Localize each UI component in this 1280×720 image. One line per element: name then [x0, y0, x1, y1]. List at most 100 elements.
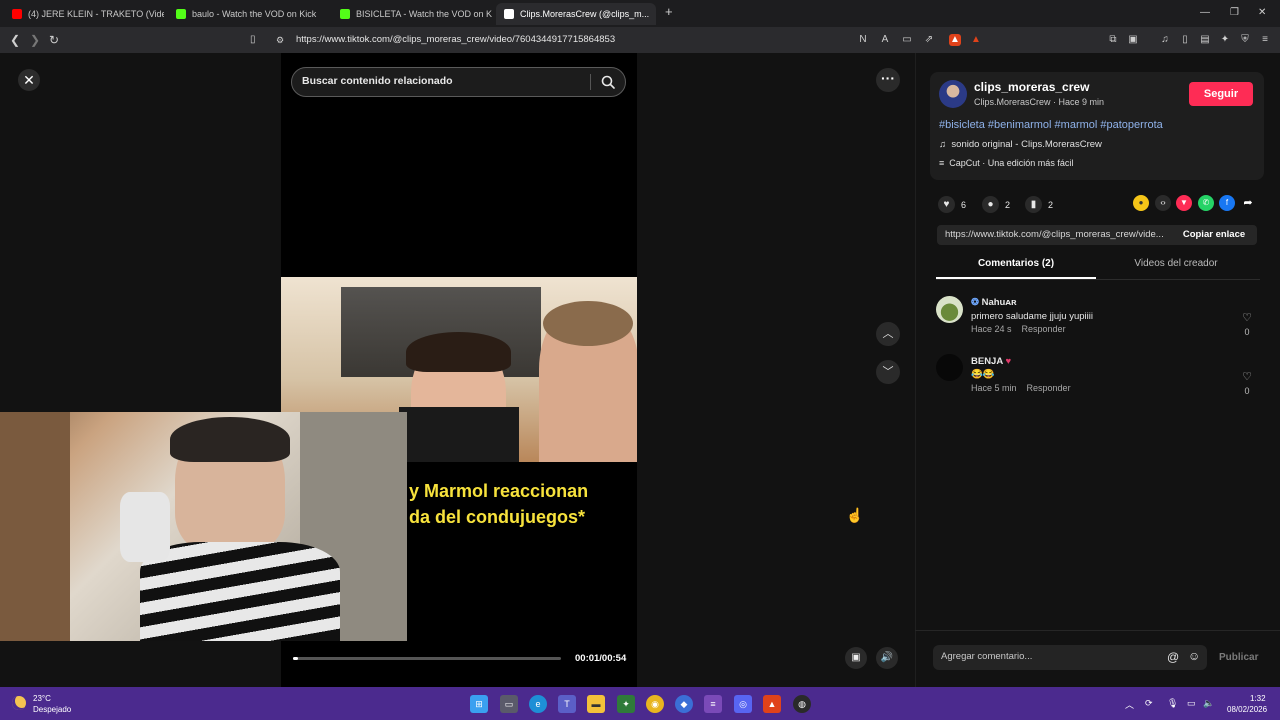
search-input[interactable]: [302, 75, 582, 87]
progress-bar[interactable]: [293, 657, 561, 660]
weather-temperature[interactable]: 23°C: [33, 694, 51, 703]
next-video-icon[interactable]: ﹀: [876, 360, 900, 384]
brave-rewards-icon[interactable]: ▲: [970, 34, 982, 46]
comment-meta: Hace 24 s Responder: [971, 324, 1066, 334]
coin-icon[interactable]: ●: [1133, 195, 1149, 211]
reply-link[interactable]: Responder: [1027, 383, 1071, 393]
tray-overflow-icon[interactable]: ︿: [1125, 698, 1134, 711]
miniplayer-icon[interactable]: ▣: [845, 647, 867, 669]
translate-icon[interactable]: A: [879, 34, 891, 46]
media-icon[interactable]: ♫: [1159, 34, 1171, 46]
hashtags[interactable]: #bisicleta #benimarmol #marmol #patoperr…: [939, 119, 1163, 131]
start-icon[interactable]: ⊞: [470, 695, 488, 713]
video-link-field[interactable]: https://www.tiktok.com/@clips_moreras_cr…: [937, 225, 1171, 245]
reply-link[interactable]: Responder: [1022, 324, 1066, 334]
share-page-icon[interactable]: ⇗: [923, 34, 935, 46]
volume-icon[interactable]: 🔊: [876, 647, 898, 669]
address-bar-row: ❮ ❯ ↻ ▯ ⚙ https://www.tiktok.com/@clips_…: [0, 27, 1280, 53]
like-button[interactable]: ♥ 6: [938, 196, 966, 213]
close-window-icon[interactable]: ✕: [1258, 7, 1266, 18]
url-field[interactable]: https://www.tiktok.com/@clips_moreras_cr…: [296, 34, 615, 45]
wallet-icon[interactable]: ▤: [1199, 34, 1211, 46]
avatar[interactable]: [939, 80, 967, 108]
capcut-icon: ≡: [939, 158, 950, 168]
discord-icon[interactable]: ◎: [734, 695, 752, 713]
microphone-icon[interactable]: 🎙: [1167, 698, 1178, 709]
whatsapp-icon[interactable]: ✆: [1198, 195, 1214, 211]
brave-shields-icon[interactable]: ▲: [949, 34, 961, 46]
close-icon[interactable]: ✕: [18, 69, 40, 91]
chrome-icon[interactable]: ◉: [646, 695, 664, 713]
clock-date[interactable]: 08/02/2026: [1227, 705, 1267, 714]
search-icon[interactable]: [600, 74, 616, 90]
moon-icon[interactable]: [12, 696, 26, 710]
mention-icon[interactable]: @: [1167, 650, 1179, 664]
close-tab-icon[interactable]: ✕: [655, 9, 656, 20]
reading-list-icon[interactable]: ▯: [1179, 34, 1191, 46]
clock-time[interactable]: 1:32: [1250, 694, 1266, 703]
forward-icon[interactable]: ❯: [30, 33, 40, 47]
task-view-icon[interactable]: ▭: [500, 695, 518, 713]
file-explorer-icon[interactable]: ▬: [587, 695, 605, 713]
bookmark-icon[interactable]: ▯: [250, 34, 256, 45]
send-icon[interactable]: ▼: [1176, 195, 1192, 211]
vpn-icon[interactable]: ⛨: [1239, 34, 1251, 46]
site-info-icon[interactable]: ⚙: [276, 35, 284, 46]
sound-link[interactable]: ♫ sonido original - Clips.MorerasCrew: [939, 139, 1102, 150]
weather-description[interactable]: Despejado: [33, 705, 71, 714]
copy-link-button[interactable]: Copiar enlace: [1171, 225, 1257, 245]
comment-like-icon[interactable]: ♡: [1240, 370, 1254, 383]
obs-icon[interactable]: ◍: [793, 695, 811, 713]
back-icon[interactable]: ❮: [10, 33, 20, 47]
leo-ai-icon[interactable]: ✦: [1219, 34, 1231, 46]
comment-area-divider: [915, 630, 1280, 631]
maximize-icon[interactable]: ❐: [1230, 7, 1239, 18]
video-caption: y Marmol reaccionan da del condujuegos*: [409, 478, 637, 530]
new-tab-icon[interactable]: +: [665, 4, 673, 19]
facebook-icon[interactable]: f: [1219, 195, 1235, 211]
display-icon[interactable]: ▭: [1187, 698, 1196, 709]
comment-like-icon[interactable]: ♡: [1240, 311, 1254, 324]
speaker-icon[interactable]: 🔈: [1203, 698, 1214, 709]
brave-icon[interactable]: ▲: [763, 695, 781, 713]
browser-tab-tiktok[interactable]: Clips.MorerasCrew (@clips_m... ✕: [496, 3, 656, 25]
minimize-icon[interactable]: —: [1200, 7, 1210, 18]
extensions-icon[interactable]: ⧉: [1107, 34, 1119, 46]
screenshot-icon[interactable]: ▭: [901, 34, 913, 46]
comment-button[interactable]: ● 2: [982, 196, 1010, 213]
avatar[interactable]: [936, 296, 963, 323]
search-bar[interactable]: [291, 67, 626, 97]
browser-tab-kick-bisicleta[interactable]: BISICLETA - Watch the VOD on Kick: [332, 3, 492, 25]
tab-comments[interactable]: Comentarios (2): [936, 258, 1096, 278]
game-app-icon[interactable]: ✦: [617, 695, 635, 713]
previous-video-icon[interactable]: ︿: [876, 322, 900, 346]
reload-icon[interactable]: ↻: [49, 33, 59, 47]
comment-box[interactable]: [933, 645, 1207, 670]
menu-icon[interactable]: ≡: [1259, 34, 1271, 46]
comment-author[interactable]: BENJA ♥: [971, 356, 1011, 367]
browser-tab-youtube[interactable]: (4) JERE KLEIN - TRAKETO (Video Ofi...: [4, 3, 164, 25]
capcut-link[interactable]: ≡ CapCut · Una edición más fácil: [939, 158, 1073, 168]
comment-input[interactable]: [941, 651, 1161, 662]
sidebar-toggle-icon[interactable]: ▣: [1127, 34, 1139, 46]
embed-icon[interactable]: ‹›: [1155, 195, 1171, 211]
save-button[interactable]: ▮ 2: [1025, 196, 1053, 213]
more-options-icon[interactable]: ···: [876, 68, 900, 92]
heart-badge-icon: ♥: [1002, 356, 1012, 367]
emoji-icon[interactable]: ☺: [1188, 649, 1200, 663]
publish-button[interactable]: Publicar: [1219, 652, 1258, 663]
avatar[interactable]: [936, 354, 963, 381]
follow-button[interactable]: Seguir: [1189, 82, 1253, 106]
app-icon[interactable]: ◆: [675, 695, 693, 713]
browser-tab-kick-baulo[interactable]: baulo - Watch the VOD on Kick: [168, 3, 328, 25]
creator-username[interactable]: clips_moreras_crew: [974, 80, 1089, 94]
tab-creator-videos[interactable]: Videos del creador: [1096, 258, 1256, 278]
comment-author-name: BENJA: [971, 356, 1003, 367]
share-icon[interactable]: ➦: [1240, 195, 1256, 211]
mute-icon[interactable]: N: [857, 34, 869, 46]
tray-sync-icon[interactable]: ⟳: [1145, 698, 1153, 709]
app-icon[interactable]: ≡: [704, 695, 722, 713]
teams-icon[interactable]: T: [558, 695, 576, 713]
edge-icon[interactable]: e: [529, 695, 547, 713]
comment-author[interactable]: ❂ Nahuᴀʀ: [971, 297, 1017, 308]
